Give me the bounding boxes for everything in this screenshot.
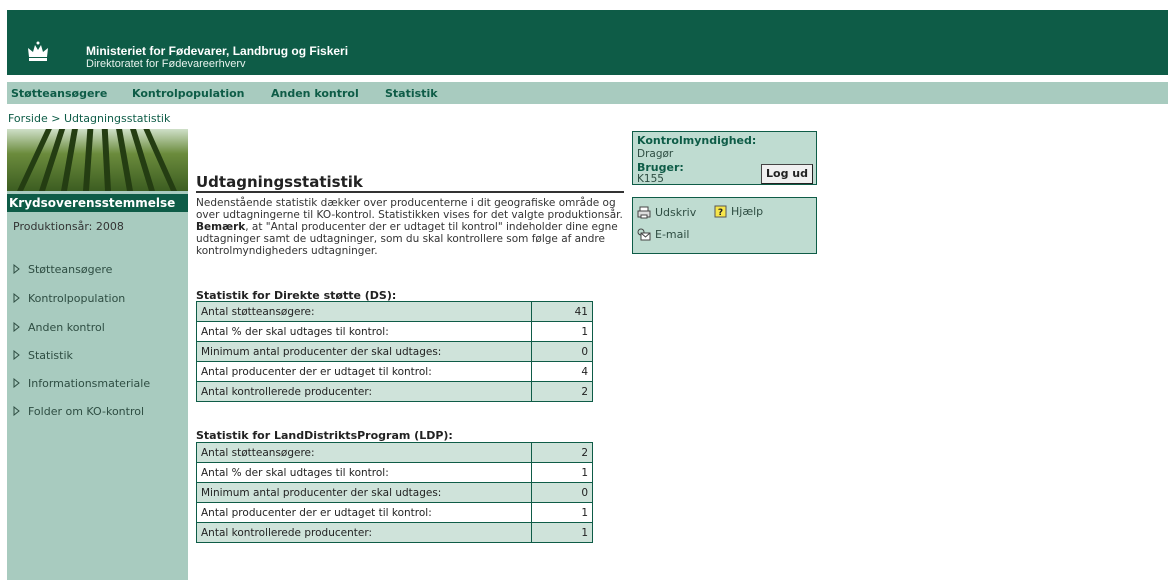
sidebar-heading: Krydsoverensstemmelse <box>7 194 188 212</box>
ldp-heading: Statistik for LandDistriktsProgram (LDP)… <box>196 429 453 442</box>
row-label: Minimum antal producenter der skal udtag… <box>196 482 532 503</box>
topnav-anden-kontrol[interactable]: Anden kontrol <box>271 87 359 100</box>
ldp-table: Antal støtteansøgere: 2 Antal % der skal … <box>196 442 593 543</box>
row-value: 41 <box>531 301 593 322</box>
sidebar-item-label: Anden kontrol <box>28 321 105 334</box>
row-value: 2 <box>531 381 593 402</box>
row-label: Antal producenter der er udtaget til kon… <box>196 502 532 523</box>
logout-button[interactable]: Log ud <box>761 164 813 184</box>
row-label: Antal kontrollerede producenter: <box>196 381 532 402</box>
breadcrumb: Forside > Udtagningsstatistik <box>8 112 170 125</box>
row-label: Antal % der skal udtages til kontrol: <box>196 462 532 483</box>
table-row: Antal % der skal udtages til kontrol: 1 <box>196 462 593 483</box>
authority-value: Dragør <box>637 148 674 160</box>
sidebar: Krydsoverensstemmelse Produktionsår: 200… <box>7 129 188 580</box>
row-value: 0 <box>531 482 593 503</box>
sidebar-item-label: Statistik <box>28 349 73 362</box>
table-row: Antal % der skal udtages til kontrol: 1 <box>196 321 593 342</box>
top-navigation: Støtteansøgere Kontrolpopulation Anden k… <box>7 82 1168 104</box>
sidebar-item-label: Støtteansøgere <box>28 263 113 276</box>
user-info-box: Kontrolmyndighed: Dragør Bruger: K155 Lo… <box>632 131 817 185</box>
row-label: Antal støtteansøgere: <box>196 442 532 463</box>
table-row: Antal støtteansøgere: 2 <box>196 442 593 463</box>
table-row: Antal kontrollerede producenter: 1 <box>196 522 593 543</box>
topnav-kontrolpopulation[interactable]: Kontrolpopulation <box>132 87 244 100</box>
table-row: Minimum antal producenter der skal udtag… <box>196 341 593 362</box>
table-row: Antal kontrollerede producenter: 2 <box>196 381 593 402</box>
print-link[interactable]: Udskriv <box>637 206 696 219</box>
sidebar-item-folder-ko-kontrol[interactable]: Folder om KO-kontrol <box>13 405 144 418</box>
row-value: 2 <box>531 442 593 463</box>
chevron-right-icon <box>13 350 20 360</box>
directorate-name: Direktoratet for Fødevareerhverv <box>86 58 246 70</box>
row-value: 4 <box>531 361 593 382</box>
intro-part-2: , at "Antal producenter der er udtaget t… <box>196 221 618 257</box>
authority-label: Kontrolmyndighed: <box>637 134 757 147</box>
chevron-right-icon <box>13 406 20 416</box>
breadcrumb-current: Udtagningsstatistik <box>63 112 171 125</box>
sidebar-item-label: Informationsmateriale <box>28 377 151 390</box>
row-label: Minimum antal producenter der skal udtag… <box>196 341 532 362</box>
topnav-stotteansogere[interactable]: Støtteansøgere <box>11 87 107 100</box>
row-label: Antal producenter der er udtaget til kon… <box>196 361 532 382</box>
breadcrumb-separator: > <box>51 112 61 125</box>
sidebar-item-label: Folder om KO-kontrol <box>28 405 145 418</box>
row-value: 1 <box>531 321 593 342</box>
row-value: 1 <box>531 502 593 523</box>
production-year: Produktionsår: 2008 <box>13 220 124 233</box>
row-label: Antal % der skal udtages til kontrol: <box>196 321 532 342</box>
title-divider <box>196 191 624 193</box>
help-label: Hjælp <box>731 205 764 218</box>
sidebar-item-label: Kontrolpopulation <box>28 292 126 305</box>
email-label: E-mail <box>655 228 690 241</box>
table-row: Minimum antal producenter der skal udtag… <box>196 482 593 503</box>
row-label: Antal kontrollerede producenter: <box>196 522 532 543</box>
help-icon: ? <box>714 205 727 218</box>
chevron-right-icon <box>13 378 20 388</box>
email-icon <box>637 228 651 241</box>
table-row: Antal støtteansøgere: 41 <box>196 301 593 322</box>
crown-icon <box>28 41 48 61</box>
intro-part-1: Nedenstående statistik dækker over produ… <box>196 197 623 221</box>
email-link[interactable]: E-mail <box>637 228 690 241</box>
chevron-right-icon <box>13 322 20 332</box>
ministry-name: Ministeriet for Fødevarer, Landbrug og F… <box>86 44 349 58</box>
sidebar-item-statistik[interactable]: Statistik <box>13 349 73 362</box>
help-link[interactable]: ? Hjælp <box>714 205 763 218</box>
table-row: Antal producenter der er udtaget til kon… <box>196 502 593 523</box>
field-photo <box>7 129 188 191</box>
table-row: Antal producenter der er udtaget til kon… <box>196 361 593 382</box>
intro-note-label: Bemærk <box>196 221 246 233</box>
chevron-right-icon <box>13 264 20 274</box>
intro-text: Nedenstående statistik dækker over produ… <box>196 197 628 257</box>
row-value: 0 <box>531 341 593 362</box>
row-value: 1 <box>531 462 593 483</box>
user-value: K155 <box>637 173 664 185</box>
tools-box: Udskriv ? Hjælp E-mail <box>632 197 817 254</box>
breadcrumb-home-link[interactable]: Forside <box>8 112 48 125</box>
page-title: Udtagningsstatistik <box>196 173 363 191</box>
print-label: Udskriv <box>655 206 697 219</box>
svg-text:?: ? <box>718 208 723 218</box>
row-label: Antal støtteansøgere: <box>196 301 532 322</box>
sidebar-item-stotteansogere[interactable]: Støtteansøgere <box>13 263 112 276</box>
sidebar-item-anden-kontrol[interactable]: Anden kontrol <box>13 321 105 334</box>
sidebar-item-kontrolpopulation[interactable]: Kontrolpopulation <box>13 292 125 305</box>
ds-table: Antal støtteansøgere: 41 Antal % der skal… <box>196 301 593 402</box>
sidebar-item-informationsmateriale[interactable]: Informationsmateriale <box>13 377 150 390</box>
row-value: 1 <box>531 522 593 543</box>
chevron-right-icon <box>13 293 20 303</box>
printer-icon <box>637 206 651 219</box>
topnav-statistik[interactable]: Statistik <box>385 87 438 100</box>
